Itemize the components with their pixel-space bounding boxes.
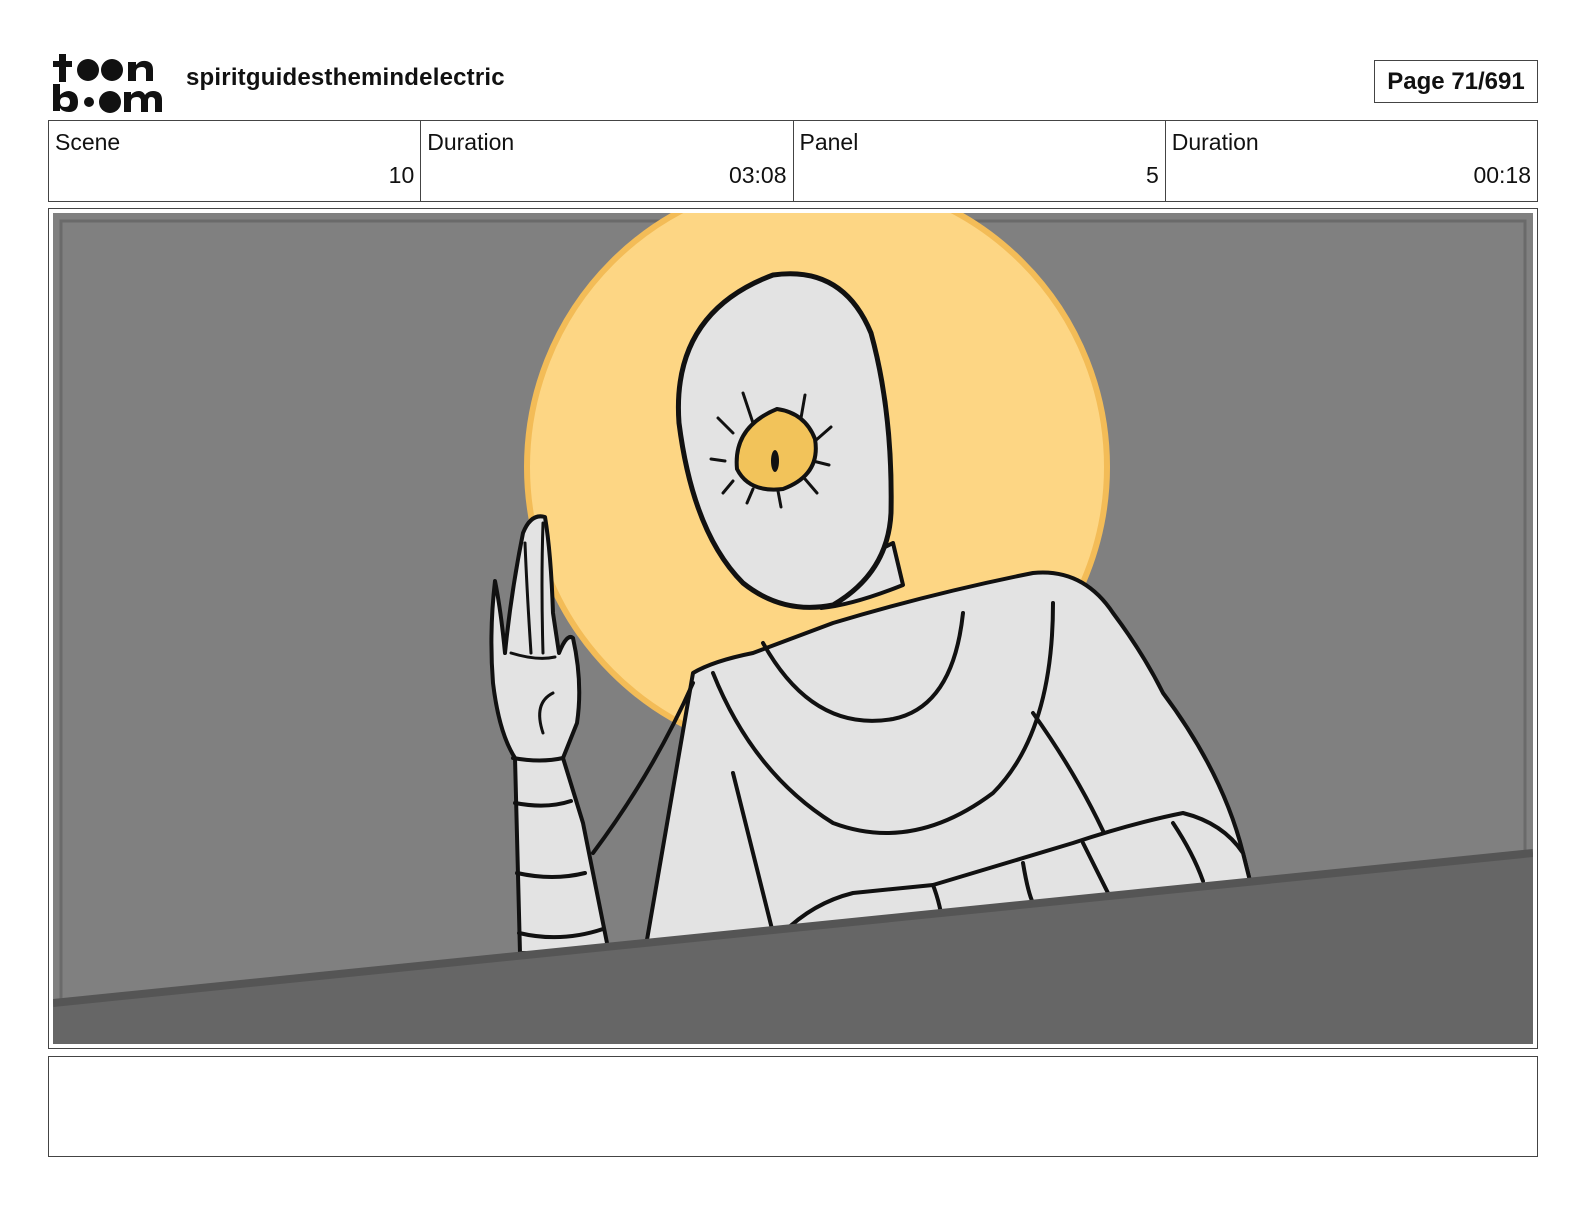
panel-value: 5	[1145, 162, 1159, 188]
toon-boom-logo	[50, 50, 166, 114]
project-title: spiritguidesthemindelectric	[186, 64, 505, 91]
notes-box	[48, 1056, 1538, 1157]
panel-duration-label: Duration	[1171, 129, 1259, 155]
panel-info-row: Scene 10 Duration 03:08 Panel 5 Duration…	[48, 120, 1538, 202]
storyboard-panel	[48, 208, 1538, 1049]
panel-label: Panel	[799, 129, 859, 155]
scene-cell: Scene 10	[49, 121, 422, 201]
panel-duration-cell: Duration 00:18	[1166, 121, 1537, 201]
scene-label: Scene	[55, 129, 121, 155]
page-label: Page 71/691	[1387, 67, 1525, 95]
panel-cell: Panel 5	[794, 121, 1166, 201]
scene-duration-label: Duration	[427, 129, 515, 155]
panel-drawing	[53, 213, 1533, 1044]
scene-value: 10	[388, 162, 415, 188]
scene-duration-value: 03:08	[728, 162, 787, 188]
scene-duration-cell: Duration 03:08	[421, 121, 794, 201]
page-indicator: Page 71/691	[1374, 60, 1538, 103]
panel-duration-value: 00:18	[1473, 162, 1531, 188]
